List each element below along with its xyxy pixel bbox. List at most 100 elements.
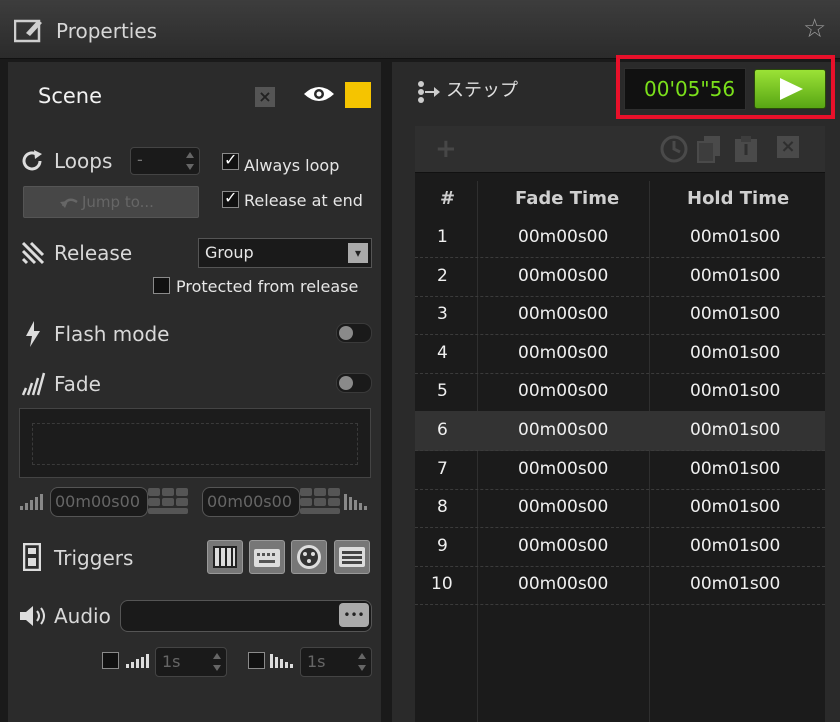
flash-icon (26, 321, 40, 347)
release-label: Release (54, 241, 133, 265)
step-number-cell: 2 (437, 265, 448, 286)
table-row[interactable]: 9 00m00s00 00m01s00 (415, 527, 825, 567)
jump-to-button[interactable]: Jump to... (23, 186, 199, 218)
release-at-end-checkbox[interactable] (222, 188, 239, 208)
display-icon (339, 547, 365, 567)
loops-label: Loops (54, 149, 113, 173)
delete-icon[interactable]: × (777, 136, 799, 158)
audio-fade-in-checkbox[interactable] (102, 652, 119, 669)
table-row[interactable]: 3 00m00s00 00m01s00 (415, 295, 825, 336)
step-number-cell: 8 (437, 497, 448, 518)
triggers-label: Triggers (54, 546, 134, 570)
step-number-cell: 10 (431, 574, 453, 595)
step-number-cell: 9 (437, 535, 448, 556)
fade-time-cell: 00m00s00 (518, 304, 609, 325)
fade-icon (21, 372, 46, 396)
step-label: ステップ (446, 80, 518, 101)
fade-time-cell: 00m00s00 (518, 574, 609, 595)
fade-curve-graph[interactable] (19, 408, 371, 478)
hold-time-cell: 00m01s00 (690, 574, 781, 595)
audio-fade-out-checkbox[interactable] (248, 652, 265, 669)
table-row[interactable]: 5 00m00s00 00m01s00 (415, 372, 825, 413)
fade-out-time-field[interactable]: 00m00s00 (202, 487, 300, 517)
hold-time-cell: 00m01s00 (690, 535, 781, 556)
step-number-cell: 4 (437, 342, 448, 363)
flash-mode-toggle[interactable] (336, 323, 372, 343)
fade-out-time-value: 00m00s00 (207, 492, 292, 511)
audio-label: Audio (54, 604, 111, 628)
column-header-number: # (440, 188, 456, 209)
hold-time-cell: 00m01s00 (690, 381, 781, 402)
flash-mode-label: Flash mode (54, 322, 170, 346)
release-selected: Group (205, 243, 254, 262)
table-row[interactable]: 1 00m00s00 00m01s00 (415, 218, 825, 258)
jump-to-label: Jump to... (82, 193, 154, 211)
release-dropdown[interactable]: Group ▾ (198, 238, 372, 268)
fade-out-grid-buttons[interactable] (300, 488, 342, 516)
clock-icon[interactable] (660, 135, 688, 163)
midi-trigger-button[interactable] (207, 540, 243, 574)
keyboard-trigger-button[interactable] (249, 540, 285, 574)
scene-color-swatch[interactable] (345, 82, 371, 108)
loop-icon (22, 150, 42, 171)
timer-trigger-button[interactable] (334, 540, 370, 574)
graph-dotted-line (32, 423, 358, 465)
eye-icon[interactable] (303, 84, 335, 104)
table-row[interactable]: 8 00m00s00 00m01s00 (415, 488, 825, 529)
table-row[interactable]: 7 00m00s00 00m01s00 (415, 450, 825, 490)
hold-time-cell: 00m01s00 (690, 304, 781, 325)
release-icon (21, 241, 45, 265)
close-icon[interactable]: × (255, 87, 275, 107)
table-row[interactable]: 10 00m00s00 00m01s00 (415, 565, 825, 606)
fade-out-level-icon (344, 494, 367, 510)
copy-icon[interactable] (696, 135, 722, 163)
keyboard-icon (254, 549, 280, 567)
fade-time-cell: 00m00s00 (518, 265, 609, 286)
audio-icon (20, 606, 45, 626)
step-icon (418, 81, 440, 103)
add-icon[interactable]: + (435, 134, 457, 164)
loops-spinner[interactable]: - (130, 147, 200, 175)
table-row[interactable]: 2 00m00s00 00m01s00 (415, 257, 825, 297)
spinner-arrows-icon[interactable] (184, 149, 196, 173)
star-icon[interactable]: ☆ (803, 16, 826, 42)
paste-icon[interactable] (733, 135, 759, 163)
table-row[interactable]: 6 00m00s00 00m01s00 (415, 411, 825, 451)
spinner-arrows-icon[interactable] (211, 650, 223, 674)
audio-fade-in-value: 1s (162, 652, 181, 671)
dmx-connector-icon (297, 545, 321, 569)
browse-button[interactable]: ••• (339, 603, 369, 627)
fade-in-time-field[interactable]: 00m00s00 (50, 487, 148, 517)
hold-time-cell: 00m01s00 (690, 342, 781, 363)
fade-time-cell: 00m00s00 (518, 535, 609, 556)
steps-toolbar: + × (415, 126, 825, 173)
hold-time-cell: 00m01s00 (690, 227, 781, 247)
loops-value: - (137, 150, 143, 169)
fade-in-time-value: 00m00s00 (55, 492, 140, 511)
fade-time-cell: 00m00s00 (518, 420, 609, 440)
fade-time-cell: 00m00s00 (518, 497, 609, 518)
audio-fade-in-icon (126, 654, 149, 668)
spinner-arrows-icon[interactable] (356, 650, 368, 674)
dmx-trigger-button[interactable] (291, 540, 327, 574)
audio-file-field[interactable]: ••• (120, 600, 372, 632)
chevron-down-icon[interactable]: ▾ (348, 243, 368, 263)
triggers-icon (23, 543, 41, 571)
table-row[interactable]: 4 00m00s00 00m01s00 (415, 334, 825, 374)
protected-from-release-checkbox[interactable] (153, 277, 170, 294)
step-number-cell: 6 (437, 420, 448, 440)
always-loop-checkbox[interactable] (222, 150, 239, 170)
undo-icon (60, 198, 78, 208)
scene-name: Scene (38, 84, 103, 108)
column-header-hold-time: Hold Time (687, 188, 790, 209)
highlight-box (616, 55, 835, 119)
fade-in-grid-buttons[interactable] (148, 488, 190, 516)
audio-fade-out-icon (270, 654, 293, 668)
fade-in-level-icon (20, 494, 43, 510)
audio-fade-out-field[interactable]: 1s (300, 647, 372, 677)
hold-time-cell: 00m01s00 (690, 458, 781, 479)
audio-fade-in-field[interactable]: 1s (155, 647, 227, 677)
step-number-cell: 7 (437, 458, 448, 479)
step-number-cell: 1 (437, 227, 448, 247)
fade-toggle[interactable] (336, 373, 372, 393)
